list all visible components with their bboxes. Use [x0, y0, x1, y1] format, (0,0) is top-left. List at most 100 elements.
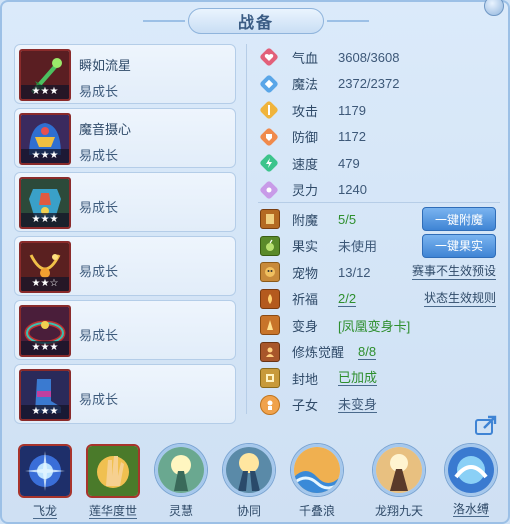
skill-name: 龙翔九天: [374, 504, 423, 518]
feature-value: 未使用: [338, 239, 378, 255]
feature-label: 封地: [292, 371, 319, 387]
awaken-icon: [260, 341, 280, 362]
equipment-list: ★★★ 瞬如流星 易成长 ★★★ 魔音摄心 易成长 ★★★ 易成长 ★★☆ 易成…: [14, 44, 236, 428]
feature-list: 附魔 5/5 一键附魔 果实 未使用 一键果实 宠物 13/12 赛事不生效预设…: [260, 206, 504, 418]
share-icon[interactable]: [474, 414, 498, 436]
feature-seal: 封地 已加成: [260, 365, 504, 392]
feature-label: 子女: [292, 398, 319, 414]
skill-slot[interactable]: 协同: [218, 440, 280, 519]
panel-title-text: 战备: [237, 15, 274, 32]
equipment-growth: 易成长: [79, 148, 119, 163]
equipment-growth: 易成长: [79, 200, 119, 215]
star-rating: ★★★: [21, 405, 69, 419]
bless-icon: [260, 288, 280, 309]
attr-value: 1179: [338, 102, 366, 118]
lotus-skill-icon: [86, 444, 140, 498]
attr-value: 1240: [338, 182, 367, 198]
equipment-growth: 易成长: [79, 328, 119, 343]
status-rules-link[interactable]: 状态生效规则: [423, 291, 496, 307]
equipment-slot-1[interactable]: ★★★ 瞬如流星 易成长: [14, 44, 236, 104]
attr-attack: 攻击 1179: [260, 97, 500, 124]
event-preset-link[interactable]: 赛事不生效预设: [411, 264, 496, 280]
coordination-skill-icon: [223, 444, 275, 496]
enchant-icon: [260, 209, 280, 230]
skill-slot[interactable]: 千叠浪: [286, 440, 348, 519]
feature-value[interactable]: 未变身: [338, 397, 378, 413]
attr-label: 防御: [292, 130, 319, 146]
feature-label: 宠物: [292, 265, 319, 281]
attr-label: 灵力: [292, 183, 319, 199]
shield-icon: [260, 128, 278, 146]
star-rating: ★★☆: [21, 277, 69, 291]
flying-dragon-skill-icon: [18, 444, 72, 498]
feature-value[interactable]: 已加成: [338, 370, 378, 387]
attr-defense: 防御 1172: [260, 124, 500, 151]
equipment-slot-2[interactable]: ★★★ 魔音摄心 易成长: [14, 108, 236, 168]
attr-value: 3608/3608: [338, 49, 400, 65]
feature-label: 果实: [292, 239, 319, 255]
feature-transform: 变身 [凤凰变身卡]: [260, 312, 504, 339]
feature-label: 修炼觉醒: [292, 345, 345, 361]
skill-slot[interactable]: 莲华度世: [82, 440, 144, 520]
equipment-slot-5[interactable]: ★★★ 易成长: [14, 300, 236, 360]
attr-speed: 速度 479: [260, 150, 500, 177]
divider: [246, 44, 247, 414]
skill-bar: 飞龙 莲华度世 灵慧 协同 千叠浪 龙翔九天 洛水缚: [10, 440, 506, 524]
skill-name: 洛水缚: [452, 502, 489, 517]
attr-value: 2372/2372: [338, 76, 400, 92]
equipment-growth: 易成长: [79, 392, 119, 407]
feature-value[interactable]: 2/2: [338, 291, 357, 307]
wisdom-skill-icon: [155, 444, 207, 496]
boots-icon: ★★★: [19, 369, 71, 421]
equipment-slot-6[interactable]: ★★★ 易成长: [14, 364, 236, 424]
skill-slot[interactable]: 洛水缚: [440, 440, 502, 518]
attr-label: 速度: [292, 156, 319, 172]
waves-skill-icon: [291, 444, 343, 496]
pet-icon: [260, 262, 280, 283]
river-bind-skill-icon: [445, 444, 497, 496]
armor-icon: ★★★: [19, 177, 71, 229]
attr-label: 魔法: [292, 77, 319, 93]
feature-bless: 祈福 2/2 状态生效规则: [260, 286, 504, 313]
skill-slot[interactable]: 灵慧: [150, 440, 212, 519]
feature-children: 子女 未变身: [260, 392, 504, 419]
attr-mp: 魔法 2372/2372: [260, 71, 500, 98]
equipment-growth: 易成长: [79, 264, 119, 279]
weapon-icon: ★★★: [19, 49, 71, 101]
attr-label: 攻击: [292, 103, 319, 119]
feature-pet: 宠物 13/12 赛事不生效预设: [260, 259, 504, 286]
close-icon[interactable]: [484, 0, 504, 16]
equipment-growth: 易成长: [79, 84, 119, 99]
attr-label: 气血: [292, 50, 319, 66]
feature-value[interactable]: [凤凰变身卡]: [338, 316, 410, 335]
one-click-enchant-button[interactable]: 一键附魔: [422, 207, 496, 231]
fruit-icon: [260, 235, 280, 256]
skill-name: 协同: [236, 504, 261, 518]
panel-title: 战备: [143, 8, 369, 34]
attack-icon: [260, 101, 278, 119]
belt-icon: ★★★: [19, 305, 71, 357]
helmet-icon: ★★★: [19, 113, 71, 165]
skill-slot[interactable]: 龙翔九天: [368, 440, 430, 519]
diamond-icon: [260, 75, 278, 93]
equipment-slot-4[interactable]: ★★☆ 易成长: [14, 236, 236, 296]
star-rating: ★★★: [21, 213, 69, 227]
equipment-slot-3[interactable]: ★★★ 易成长: [14, 172, 236, 232]
skill-name: 莲华度世: [88, 504, 137, 519]
feature-value: 5/5: [338, 211, 357, 227]
skill-name: 飞龙: [32, 504, 57, 519]
bolt-icon: [260, 154, 278, 172]
attribute-list: 气血 3608/3608 魔法 2372/2372 攻击 1179 防御 117…: [260, 44, 500, 203]
skill-slot[interactable]: 飞龙: [14, 440, 76, 520]
attr-value: 479: [338, 155, 360, 171]
equipment-name: 瞬如流星: [79, 58, 132, 73]
children-icon: [260, 394, 280, 415]
one-click-fruit-button[interactable]: 一键果实: [422, 233, 496, 258]
necklace-icon: ★★☆: [19, 241, 71, 293]
dragon-soar-skill-icon: [373, 444, 425, 496]
feature-label: 祈福: [292, 292, 319, 308]
star-rating: ★★★: [21, 149, 69, 163]
seal-icon: [260, 368, 280, 389]
attr-spirit: 灵力 1240: [260, 177, 500, 204]
feature-value[interactable]: 8/8: [358, 344, 377, 360]
